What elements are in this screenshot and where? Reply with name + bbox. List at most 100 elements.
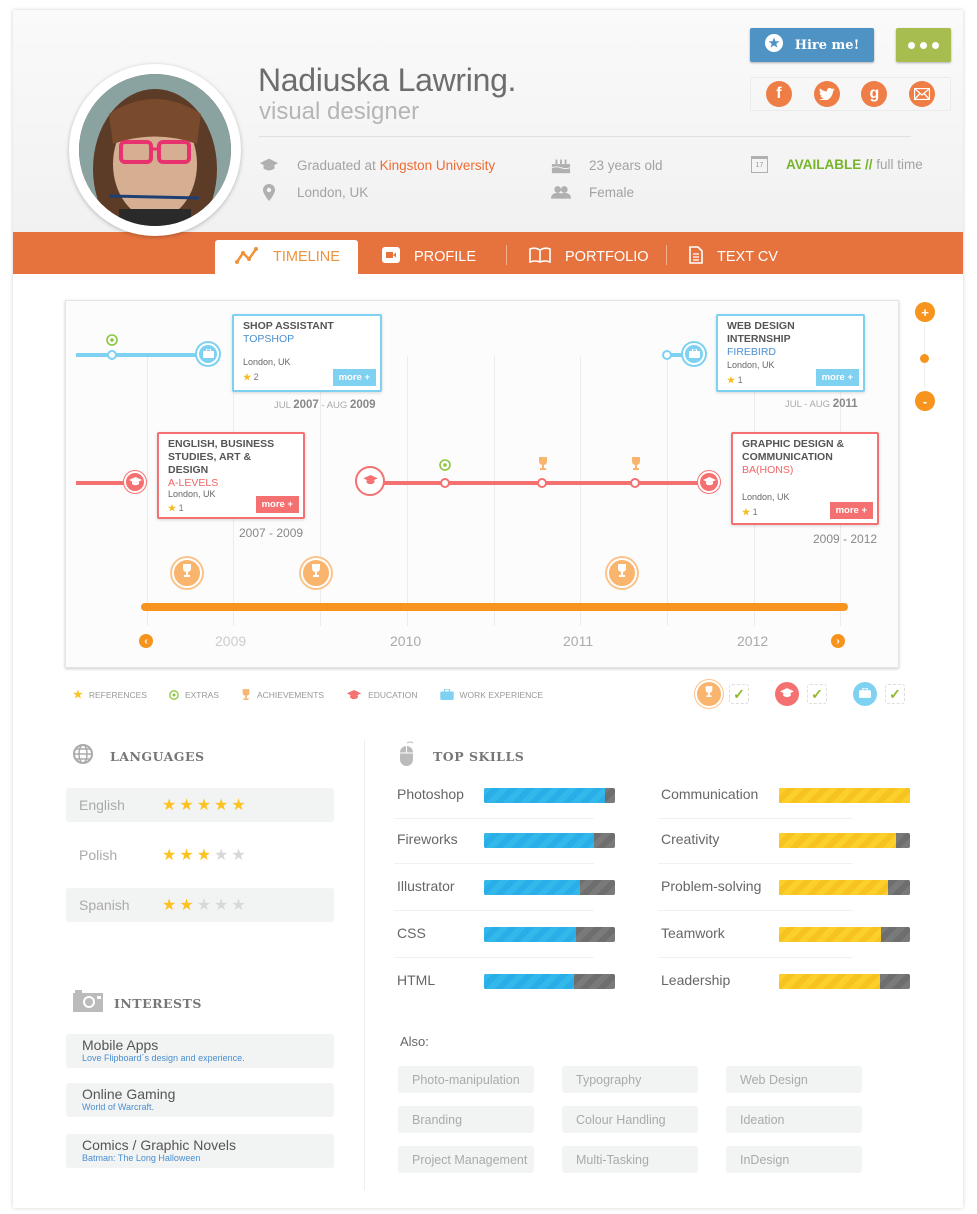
work-checkbox[interactable]: ✓: [885, 684, 905, 704]
year-label: 2010: [390, 633, 422, 649]
date-year: 2009: [349, 399, 376, 411]
legend-label: ACHIEVEMENTS: [256, 689, 325, 700]
skill-tag: InDesign: [726, 1146, 862, 1173]
birthday-cake-icon: [551, 156, 571, 174]
timeline-axis[interactable]: [141, 603, 848, 611]
course-location: London, UK: [742, 492, 790, 502]
languages-title: LANGUAGES: [110, 749, 205, 764]
extra-marker[interactable]: [107, 350, 117, 360]
school-link[interactable]: Kingston University: [380, 158, 496, 173]
prev-arrow-icon[interactable]: ‹: [139, 634, 153, 648]
dot-icon: [920, 41, 927, 49]
education-checkbox[interactable]: ✓: [807, 684, 827, 704]
more-button[interactable]: more +: [255, 496, 299, 513]
zoom-out-button[interactable]: -: [915, 391, 935, 411]
year-label: 2012: [737, 633, 769, 649]
grid-line: [407, 356, 408, 626]
achievements-filter[interactable]: [697, 682, 721, 706]
graduation-cap-icon: [346, 689, 362, 699]
grid-line: [667, 356, 668, 626]
age-text: 23 years old: [589, 157, 663, 173]
date-year: 2007: [293, 399, 319, 411]
zoom-slider-handle[interactable]: [920, 354, 929, 363]
more-options-button[interactable]: [896, 28, 951, 62]
company-name: FIREBIRD: [727, 346, 777, 358]
education-start-node[interactable]: [355, 466, 385, 496]
work-node[interactable]: [197, 343, 219, 365]
skill-tag: Web Design: [726, 1066, 862, 1093]
gender-info: Female: [551, 183, 634, 201]
interest-detail: World of Warcraft.: [82, 1102, 155, 1112]
trophy-icon: [181, 563, 193, 583]
legend-references: ★ REFERENCES: [73, 688, 147, 701]
references-value: 1: [752, 507, 758, 517]
achievement-badge[interactable]: [172, 558, 202, 588]
google-plus-icon[interactable]: g: [861, 81, 888, 107]
references-value: 1: [178, 503, 184, 513]
work-card[interactable]: SHOP ASSISTANT TOPSHOP London, UK ★ 2 mo…: [232, 314, 382, 392]
education-node[interactable]: [698, 471, 720, 493]
next-arrow-icon[interactable]: ›: [831, 634, 845, 648]
skill-divider: [658, 957, 853, 958]
extra-marker[interactable]: [440, 478, 450, 488]
calendar-icon: 17: [751, 156, 768, 173]
also-label: Also:: [400, 1034, 429, 1049]
avatar-photo: [79, 74, 231, 226]
references-count: ★ 2: [243, 372, 259, 383]
work-date: JUL 2007 - AUG 2009: [274, 399, 376, 411]
more-button[interactable]: more +: [815, 369, 859, 386]
skill-name: Problem-solving: [661, 878, 762, 894]
skill-tag: Ideation: [726, 1106, 862, 1133]
job-title: SHOP ASSISTANT: [243, 320, 334, 332]
work-start-marker[interactable]: [662, 350, 672, 360]
language-row: Polish ★★★★★: [66, 838, 334, 872]
briefcase-icon: [688, 345, 700, 363]
references-count: ★ 1: [168, 503, 184, 514]
dot-icon: [932, 41, 939, 49]
skill-bar: [779, 833, 910, 848]
achievements-checkbox[interactable]: ✓: [729, 684, 749, 704]
achievement-marker[interactable]: [630, 478, 640, 488]
trophy-icon: [630, 457, 642, 476]
star-filled-icon: ★: [231, 797, 249, 814]
achievement-marker[interactable]: [537, 478, 547, 488]
star-filled-icon: ★: [179, 897, 197, 914]
achievement-badge[interactable]: [607, 558, 637, 588]
more-button[interactable]: more +: [829, 502, 873, 519]
legend-education: EDUCATION: [346, 689, 418, 700]
education-date: 2007 - 2009: [239, 526, 304, 540]
skill-name: Teamwork: [661, 925, 725, 941]
more-button[interactable]: more +: [332, 369, 376, 386]
tab-text-cv[interactable]: TEXT CV: [689, 240, 778, 274]
zoom-in-button[interactable]: +: [915, 302, 935, 322]
twitter-icon[interactable]: [813, 81, 840, 107]
skill-bar: [779, 927, 910, 942]
star-filled-icon: ★: [162, 797, 180, 814]
email-icon[interactable]: [909, 81, 936, 107]
facebook-icon[interactable]: f: [765, 81, 792, 107]
tab-timeline[interactable]: TIMELINE: [215, 240, 358, 274]
achievement-badge[interactable]: [301, 558, 331, 588]
language-name: Polish: [79, 847, 118, 863]
education-node[interactable]: [124, 471, 146, 493]
gender-text: Female: [589, 184, 635, 200]
education-card[interactable]: GRAPHIC DESIGN & COMMUNICATION BA(HONS) …: [731, 432, 879, 525]
tab-portfolio[interactable]: PORTFOLIO: [529, 240, 649, 274]
tab-profile[interactable]: PROFILE: [382, 240, 476, 274]
graduation-cap-icon: [780, 685, 794, 703]
skill-name: Illustrator: [397, 878, 455, 894]
work-card[interactable]: WEB DESIGN INTERNSHIP FIREBIRD London, U…: [716, 314, 865, 392]
language-rating: ★★★★★: [162, 795, 249, 815]
work-node[interactable]: [683, 343, 705, 365]
hire-me-button[interactable]: Hire me!: [750, 28, 874, 62]
avatar: [69, 64, 241, 236]
company-name: TOPSHOP: [243, 333, 295, 345]
skill-bar: [484, 880, 615, 895]
education-filter[interactable]: [775, 682, 799, 706]
tab-label: PORTFOLIO: [565, 249, 649, 265]
education-card[interactable]: ENGLISH, BUSINESS STUDIES, ART & DESIGN …: [157, 432, 305, 519]
language-rating: ★★★★★: [162, 845, 249, 865]
work-filter[interactable]: [853, 682, 877, 706]
soccer-ball-icon: [106, 333, 118, 351]
interests-title: INTERESTS: [114, 996, 202, 1011]
